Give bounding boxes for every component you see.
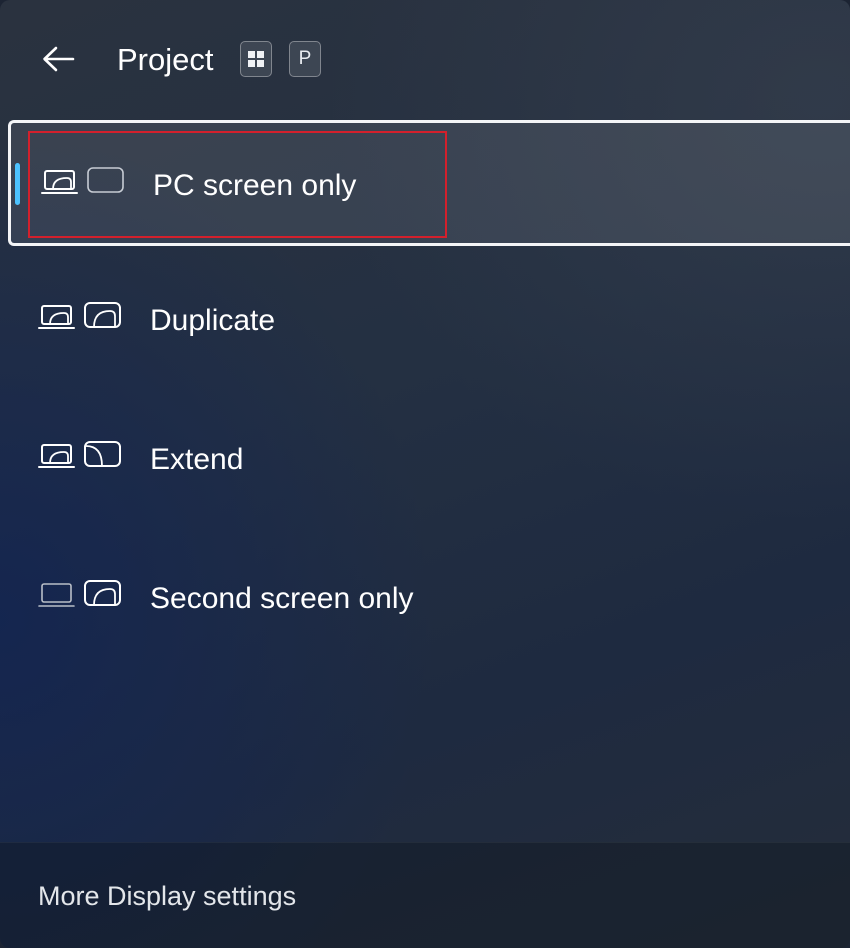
project-flyout: Project P PC screen only Duplicate Exten…: [0, 0, 850, 948]
flyout-header: Project P: [0, 0, 850, 120]
back-button[interactable]: [30, 36, 86, 82]
flyout-footer: More Display settings: [0, 842, 850, 948]
windows-logo-icon: [248, 51, 264, 67]
selection-indicator: [15, 163, 20, 205]
p-key-badge: P: [289, 41, 321, 77]
option-pc-screen-only[interactable]: PC screen only: [8, 120, 850, 246]
pc-screen-only-icon: [41, 167, 127, 197]
option-label: Duplicate: [150, 304, 276, 337]
arrow-left-icon: [43, 46, 75, 72]
option-label: Extend: [150, 443, 244, 476]
flyout-title: Project: [117, 42, 214, 77]
option-duplicate[interactable]: Duplicate: [8, 258, 850, 384]
option-extend[interactable]: Extend: [8, 397, 850, 523]
option-second-screen-only[interactable]: Second screen only: [8, 536, 850, 662]
more-display-settings-link[interactable]: More Display settings: [38, 879, 296, 913]
option-label: Second screen only: [150, 582, 414, 615]
second-screen-only-icon: [38, 580, 124, 610]
windows-key-badge: [240, 41, 272, 77]
duplicate-icon: [38, 302, 124, 332]
extend-icon: [38, 441, 124, 471]
option-label: PC screen only: [153, 169, 357, 202]
